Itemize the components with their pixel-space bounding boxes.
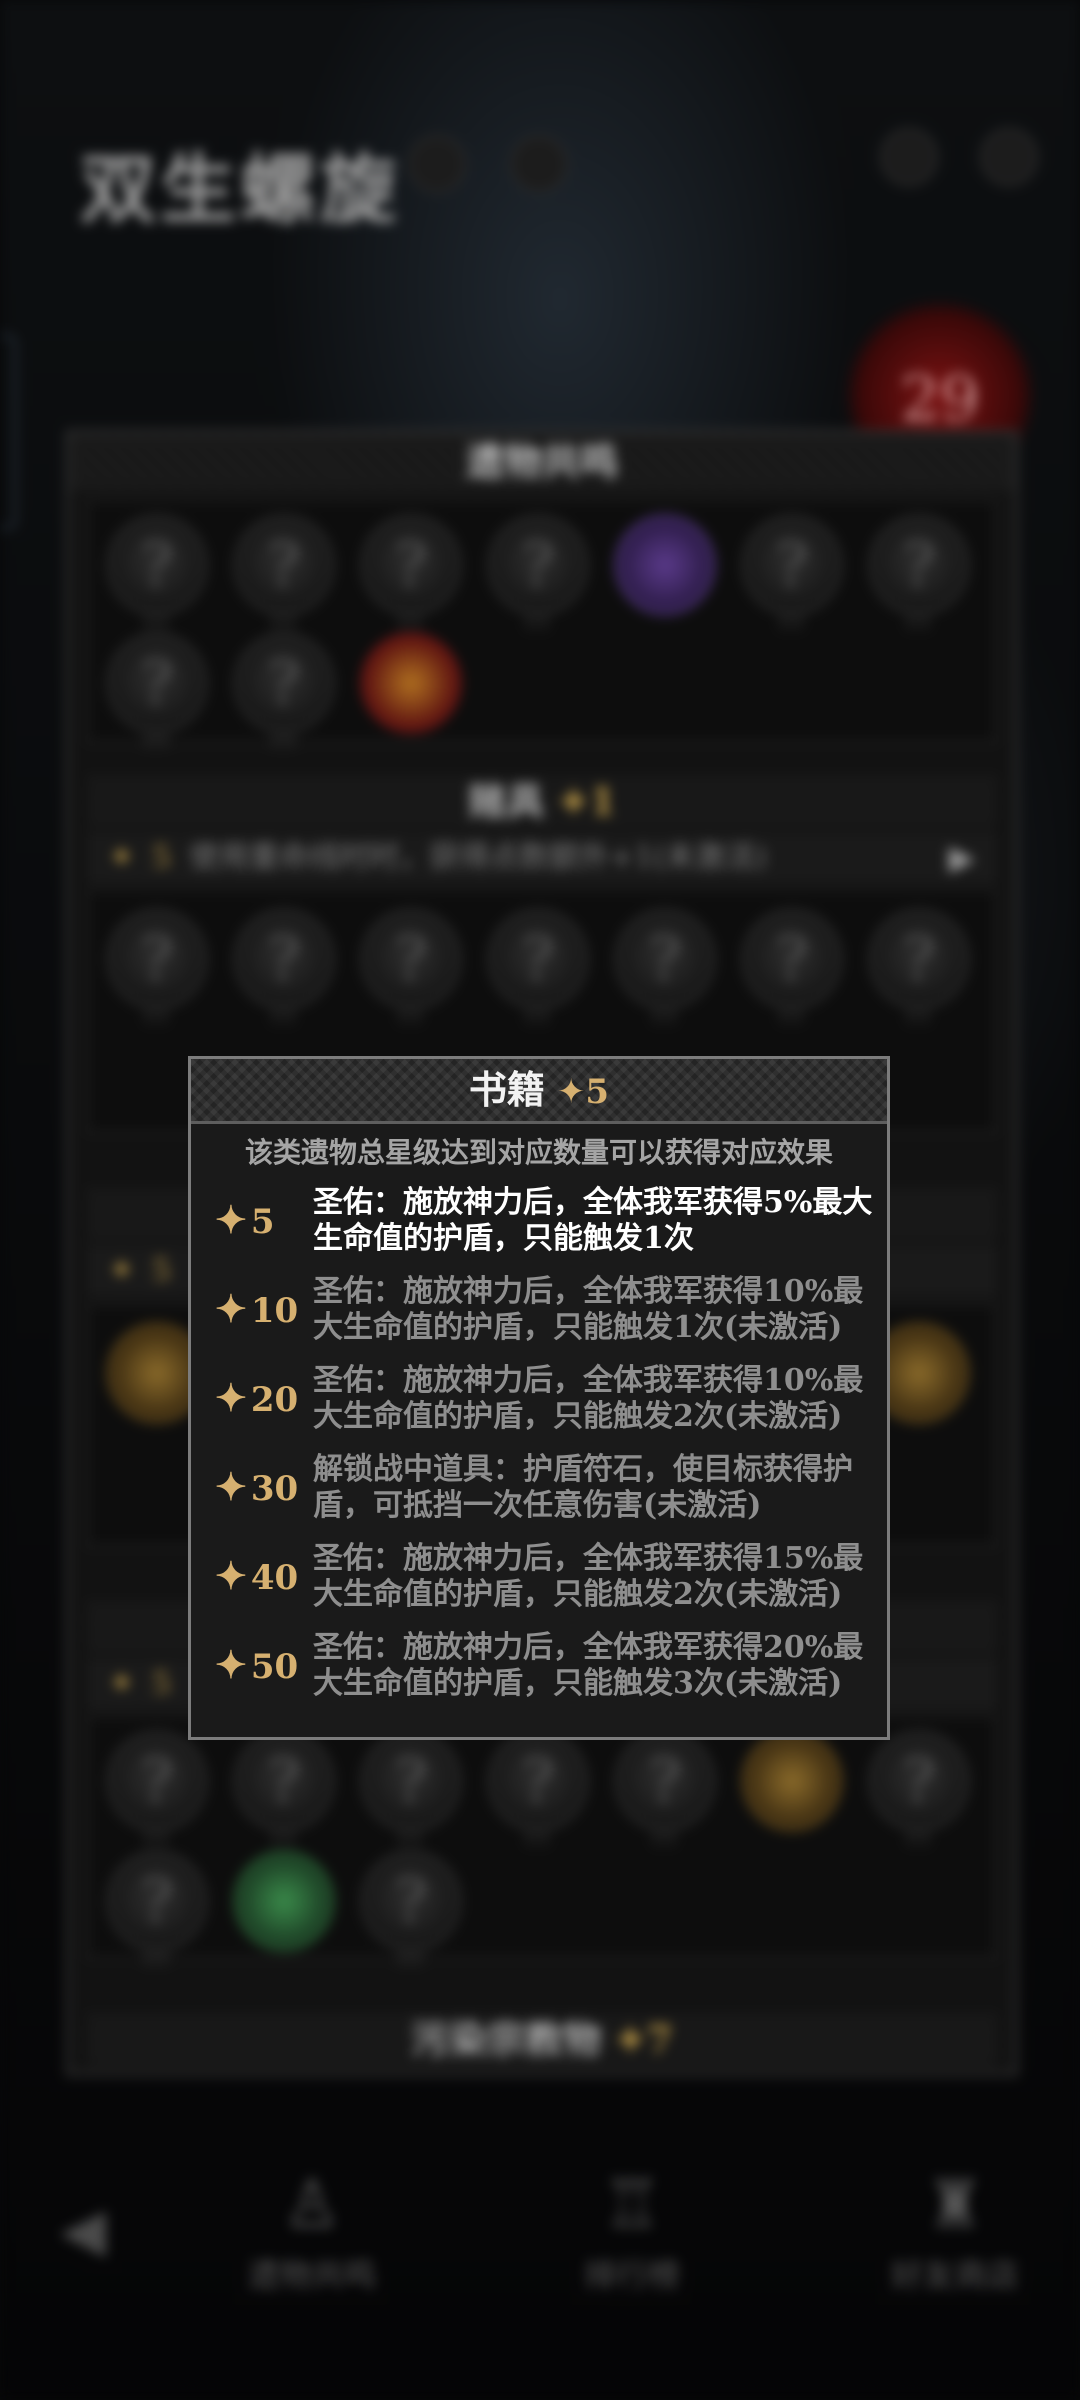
- bottom-nav: ♙ 遗物共鸣 ♖ 排行榜 ♜ 好友商店: [0, 2160, 1080, 2300]
- tier-level: 30: [250, 1469, 299, 1509]
- relic-book-purple[interactable]: [615, 515, 715, 615]
- goblet-icon: ♙: [282, 2166, 342, 2243]
- relic-slot[interactable]: ?!!!: [869, 515, 969, 634]
- panel-title: 遗物共鸣: [69, 433, 1015, 491]
- tier-description: 圣佑：施放神力后，全体我军获得10%最大生命值的护盾，只能触发1次(未激活): [313, 1274, 864, 1345]
- shop-icon: ♜: [925, 2166, 985, 2243]
- effect-bar-gambling[interactable]: ✦ 5 使用重命线时时，获得点数额外+1(未激活) ▶: [87, 833, 997, 883]
- book-resonance-popup[interactable]: 书籍 ✦5 该类遗物总星级达到对应数量可以获得对应效果 ✦ 5 圣佑：施放神力后，全…: [188, 1056, 890, 1740]
- category-header-gambling: 赌具 ✦1: [87, 775, 997, 829]
- tier-description: 圣佑：施放神力后，全体我军获得20%最大生命值的护盾，只能触发3次(未激活): [313, 1630, 864, 1701]
- relic-sword-gold[interactable]: [742, 1731, 842, 1831]
- relic-slot[interactable]: ?!!!: [234, 1731, 334, 1850]
- popup-title-stars: 5: [585, 1072, 610, 1112]
- relic-slot[interactable]: ?!!!: [234, 909, 334, 1028]
- relic-slot[interactable]: ?!!!: [107, 633, 207, 752]
- side-tab[interactable]: [0, 335, 16, 529]
- relic-slot[interactable]: ?!!!: [361, 909, 461, 1028]
- tier-level: 40: [250, 1558, 299, 1598]
- relic-slot[interactable]: ?!!!: [742, 909, 842, 1028]
- relic-slot[interactable]: ?!!!: [234, 633, 334, 752]
- tier-30: ✦ 30 解锁战中道具：护盾符石，使目标获得护盾，可抵挡一次任意伤害(未激活): [191, 1444, 887, 1530]
- relic-slot[interactable]: ?!!!: [742, 515, 842, 634]
- relic-slot[interactable]: ?!!!: [107, 1731, 207, 1850]
- relic-slot[interactable]: ?!!!: [869, 1731, 969, 1850]
- weapons-grid: ?!!! ?!!! ?!!! ?!!! ?!!! ?!!! ?!!! ?!!!: [87, 1715, 997, 1970]
- info-icon[interactable]: [510, 135, 568, 193]
- game-title: 双生螺旋: [80, 145, 400, 234]
- relic-slot[interactable]: ?!!!: [234, 515, 334, 634]
- tier-level: 5: [250, 1202, 275, 1242]
- relic-slot[interactable]: ?!!!: [361, 1851, 461, 1970]
- tier-40: ✦ 40 圣佑：施放神力后，全体我军获得15%最大生命值的护盾，只能触发2次(未激…: [191, 1533, 887, 1619]
- tier-level: 10: [250, 1291, 299, 1331]
- currency-icon[interactable]: [980, 128, 1038, 186]
- relic-slot[interactable]: ?!!!: [107, 515, 207, 634]
- star-icon: ✦: [215, 1375, 247, 1420]
- tier-level: 50: [250, 1647, 299, 1687]
- trophy-icon: ♖: [602, 2166, 662, 2243]
- relic-slot[interactable]: ?!!!: [488, 515, 588, 634]
- nav-relic-resonance[interactable]: ♙ 遗物共鸣: [232, 2160, 392, 2296]
- nav-shop[interactable]: ♜ 好友商店: [875, 2160, 1035, 2296]
- popup-header: 书籍 ✦5: [191, 1059, 887, 1124]
- relic-slot[interactable]: ?!!!: [107, 909, 207, 1028]
- relic-fire-red[interactable]: [361, 633, 461, 733]
- relic-slot[interactable]: ?!!!: [615, 1731, 715, 1850]
- tier-level: 20: [250, 1380, 299, 1420]
- star-icon: ✦: [215, 1197, 247, 1242]
- settings-icon[interactable]: [408, 135, 466, 193]
- relic-staff-green[interactable]: [234, 1851, 334, 1951]
- popup-subtitle: 该类遗物总星级达到对应数量可以获得对应效果: [244, 1136, 833, 1169]
- tier-50: ✦ 50 圣佑：施放神力后，全体我军获得20%最大生命值的护盾，只能触发3次(未激…: [191, 1622, 887, 1708]
- star-icon: ✦: [215, 1286, 247, 1331]
- relic-slot[interactable]: ?!!!: [107, 1851, 207, 1970]
- relic-slot[interactable]: ?!!!: [615, 909, 715, 1028]
- tier-5: ✦ 5 圣佑：施放神力后，全体我军获得5%最大生命值的护盾，只能触发1次: [191, 1177, 887, 1263]
- tier-description: 解锁战中道具：护盾符石，使目标获得护盾，可抵挡一次任意伤害(未激活): [313, 1452, 853, 1523]
- relic-slot[interactable]: ?!!!: [361, 1731, 461, 1850]
- star-icon: ✦: [556, 1072, 586, 1112]
- collection-grid: ?!!! ?!!! ?!!! ?!!! ?!!! ?!!! ?!!! ?!!!: [87, 499, 997, 752]
- tier-20: ✦ 20 圣佑：施放神力后，全体我军获得10%最大生命值的护盾，只能触发2次(未激…: [191, 1355, 887, 1441]
- nav-leaderboard[interactable]: ♖ 排行榜: [552, 2160, 712, 2296]
- star-icon: ✦: [215, 1464, 247, 1509]
- chevron-right-icon[interactable]: ▶: [949, 833, 975, 883]
- category-header-tainted: 污染宗教物 ✦7: [87, 2013, 997, 2067]
- relic-slot[interactable]: ?!!!: [488, 1731, 588, 1850]
- tier-description: 圣佑：施放神力后，全体我军获得10%最大生命值的护盾，只能触发2次(未激活): [313, 1363, 864, 1434]
- popup-title: 书籍: [468, 1067, 545, 1112]
- relic-slot[interactable]: ?!!!: [488, 909, 588, 1028]
- tier-10: ✦ 10 圣佑：施放神力后，全体我军获得10%最大生命值的护盾，只能触发1次(未激…: [191, 1266, 887, 1352]
- relic-slot[interactable]: ?!!!: [361, 515, 461, 634]
- relic-slot[interactable]: ?!!!: [869, 909, 969, 1028]
- star-icon: ✦: [215, 1553, 247, 1598]
- tier-description: 圣佑：施放神力后，全体我军获得15%最大生命值的护盾，只能触发2次(未激活): [313, 1541, 864, 1612]
- counter-value: 29: [900, 362, 980, 435]
- star-icon: ✦: [215, 1642, 247, 1687]
- tier-description: 圣佑：施放神力后，全体我军获得5%最大生命值的护盾，只能触发1次: [313, 1185, 873, 1256]
- gem-icon[interactable]: [880, 128, 938, 186]
